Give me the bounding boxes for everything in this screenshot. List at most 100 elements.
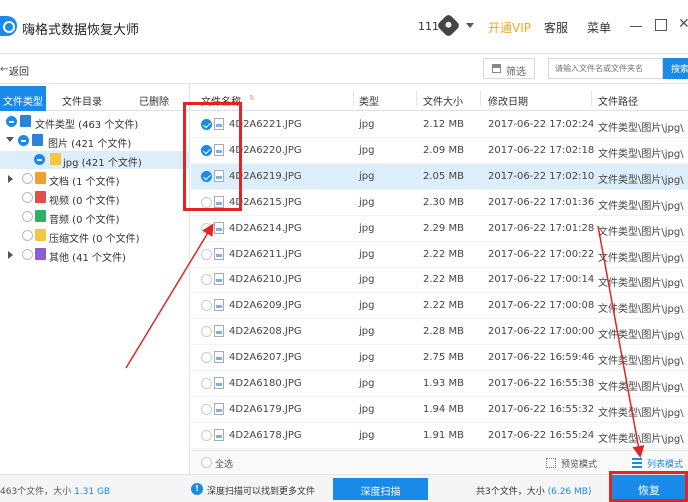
table-row[interactable]: 4D2A6210.JPG jpg 2.22 MB 2017-06-22 17:00:1…	[191, 267, 688, 294]
table-row[interactable]: 4D2A6219.JPG jpg 2.05 MB 2017-06-22 17:02:1…	[191, 163, 688, 190]
table-row[interactable]: 4D2A6207.JPG jpg 2.75 MB 2017-06-22 16:59:4…	[191, 345, 688, 372]
tree-item[interactable]: 压缩文件 (0 个文件)	[0, 227, 190, 245]
minimize-icon[interactable]	[630, 26, 642, 27]
cell-path: 文件类型\图片\jpg\	[598, 200, 684, 212]
header-path[interactable]: 文件路径	[598, 93, 638, 108]
selected-size: (6.26 MB)	[547, 487, 592, 497]
cell-path: 文件类型\图片\jpg\	[598, 174, 684, 186]
cell-date: 2017-06-22 17:01:28	[488, 222, 595, 234]
close-icon[interactable]: ✕	[678, 16, 688, 32]
list-mode-button[interactable]: 列表模式	[647, 457, 683, 470]
user-number: 111	[418, 20, 439, 33]
cell-name: 4D2A6208.JPG	[229, 326, 302, 338]
tree-item-checkbox[interactable]	[18, 135, 29, 146]
header-type[interactable]: 类型	[359, 93, 379, 108]
category-tabs: 文件类型 文件目录 已删除	[0, 86, 190, 111]
cell-date: 2017-06-22 16:59:46	[488, 352, 595, 364]
tree-item[interactable]: 文档 (1 个文件)	[0, 170, 190, 188]
table-row[interactable]: 4D2A6221.JPG jpg 2.12 MB 2017-06-22 17:02:2…	[191, 112, 688, 138]
table-row[interactable]: 4D2A6178.JPG jpg 1.91 MB 2017-06-22 16:55:2…	[191, 423, 688, 449]
cell-name: 4D2A6179.JPG	[229, 403, 302, 415]
tree-item[interactable]: 文件类型 (463 个文件)	[0, 113, 190, 131]
tree-item-checkbox[interactable]	[22, 230, 33, 241]
tree-item-checkbox[interactable]	[22, 173, 33, 184]
table-row[interactable]: 4D2A6215.JPG jpg 2.30 MB 2017-06-22 17:01:3…	[191, 190, 688, 216]
row-checkbox[interactable]	[201, 300, 212, 312]
tree-item[interactable]: 图片 (421 个文件)	[0, 132, 190, 150]
tab-file-type[interactable]: 文件类型	[0, 86, 46, 111]
image-file-icon	[214, 273, 224, 286]
tree-item[interactable]: jpg (421 个文件)	[0, 151, 190, 169]
image-file-icon	[214, 221, 224, 234]
chevron-right-icon[interactable]	[8, 251, 13, 259]
tree-item-label: 压缩文件 (0 个文件)	[49, 234, 140, 245]
chevron-down-icon[interactable]	[466, 23, 474, 28]
vip-link[interactable]: 开通VIP	[488, 19, 531, 36]
table-row[interactable]: 4D2A6220.JPG jpg 2.09 MB 2017-06-22 17:02:1…	[191, 138, 688, 164]
tab-deleted[interactable]: 已删除	[128, 86, 180, 111]
filter-icon	[492, 64, 501, 73]
cell-size: 2.28 MB	[423, 326, 464, 338]
table-row[interactable]: 4D2A6211.JPG jpg 2.22 MB 2017-06-22 17:00:2…	[191, 242, 688, 268]
table-row[interactable]: 4D2A6208.JPG jpg 2.28 MB 2017-06-22 17:00:0…	[191, 319, 688, 346]
tree-item[interactable]: 音频 (0 个文件)	[0, 208, 190, 226]
list-mode-icon[interactable]	[632, 458, 642, 468]
video-icon	[35, 191, 46, 203]
table-row[interactable]: 4D2A6214.JPG jpg 2.29 MB 2017-06-22 17:01:2…	[191, 216, 688, 242]
chevron-right-icon[interactable]	[8, 175, 13, 183]
tree-item-checkbox[interactable]	[22, 192, 33, 203]
header-size[interactable]: 文件大小	[423, 93, 463, 108]
cell-date: 2017-06-22 17:00:08	[488, 300, 595, 312]
tree-item[interactable]: 其他 (41 个文件)	[0, 246, 190, 264]
chevron-down-icon[interactable]	[6, 137, 14, 142]
row-checkbox[interactable]	[201, 378, 212, 389]
preview-mode-button[interactable]: 预览模式	[561, 457, 597, 470]
image-file-icon	[214, 402, 224, 415]
tree-item-checkbox[interactable]	[22, 249, 33, 260]
row-checkbox[interactable]	[201, 248, 212, 260]
row-checkbox[interactable]	[201, 326, 212, 338]
back-button[interactable]: 返回	[9, 63, 29, 78]
column-divider[interactable]	[480, 91, 481, 106]
menu-button[interactable]: 菜单	[587, 19, 611, 36]
column-divider[interactable]	[416, 91, 417, 106]
table-row[interactable]: 4D2A6209.JPG jpg 2.22 MB 2017-06-22 17:00:0…	[191, 293, 688, 320]
service-link[interactable]: 客服	[544, 19, 568, 36]
column-divider[interactable]	[591, 91, 592, 106]
preview-mode-icon[interactable]	[546, 458, 556, 468]
cell-path: 文件类型\图片\jpg\	[598, 330, 684, 342]
tree-item-checkbox[interactable]	[22, 211, 33, 222]
maximize-icon[interactable]	[655, 19, 667, 31]
table-row[interactable]: 4D2A6180.JPG jpg 1.93 MB 2017-06-22 16:55:3…	[191, 371, 688, 397]
sort-icon[interactable]: ⇅	[249, 94, 255, 102]
cell-type: jpg	[359, 403, 375, 415]
select-all-label[interactable]: 全选	[215, 457, 233, 470]
tab-file-directory[interactable]: 文件目录	[56, 86, 108, 111]
header-date[interactable]: 修改日期	[488, 93, 528, 108]
cell-size: 2.30 MB	[423, 196, 464, 208]
tree-item-checkbox[interactable]	[34, 154, 45, 165]
toolbar: ← 返回 筛选 搜索	[0, 54, 688, 84]
document-icon	[35, 172, 46, 184]
search-input[interactable]	[548, 58, 663, 79]
total-files-text: 463个文件，大小	[0, 487, 72, 497]
deep-scan-button[interactable]: 深度扫描	[333, 478, 428, 500]
cell-type: jpg	[359, 274, 375, 286]
shield-icon[interactable]	[436, 13, 461, 38]
cell-type: jpg	[359, 300, 375, 312]
row-checkbox[interactable]	[201, 222, 212, 234]
row-checkbox[interactable]	[201, 274, 212, 286]
select-all-checkbox[interactable]	[201, 457, 212, 468]
row-checkbox[interactable]	[201, 429, 212, 441]
search-button[interactable]: 搜索	[663, 58, 688, 79]
tree-item[interactable]: 视频 (0 个文件)	[0, 189, 190, 207]
total-size: 1.31 GB	[74, 487, 111, 497]
filter-button[interactable]: 筛选	[483, 58, 535, 79]
cell-type: jpg	[359, 248, 375, 260]
table-row[interactable]: 4D2A6179.JPG jpg 1.94 MB 2017-06-22 16:55:3…	[191, 397, 688, 423]
back-arrow-icon[interactable]: ←	[0, 64, 8, 75]
row-checkbox[interactable]	[201, 352, 212, 364]
row-checkbox[interactable]	[201, 403, 212, 415]
tree-item-checkbox[interactable]	[6, 116, 17, 127]
column-divider[interactable]	[353, 91, 354, 106]
